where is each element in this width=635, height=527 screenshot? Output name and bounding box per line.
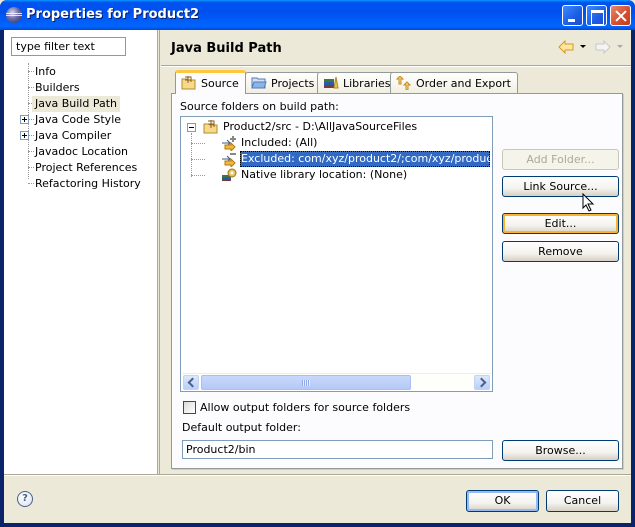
dialog-client: Info Builders Java Build Path Java Code … bbox=[4, 30, 631, 523]
expand-java-compiler-icon[interactable] bbox=[20, 131, 29, 140]
allow-output-folders-label[interactable]: Allow output folders for source folders bbox=[200, 401, 410, 414]
nav-item-refactoring-history[interactable]: Refactoring History bbox=[32, 176, 144, 192]
tree-node-label: Product2/src - D:\AllJavaSourceFiles bbox=[223, 120, 418, 133]
tree-node-source-folder[interactable]: Product2/src - D:\AllJavaSourceFiles bbox=[203, 119, 483, 135]
collapse-root-icon[interactable] bbox=[187, 123, 196, 132]
title-bar[interactable]: Properties for Product2 bbox=[0, 0, 635, 30]
filter-input[interactable] bbox=[11, 37, 126, 56]
help-icon[interactable]: ? bbox=[17, 491, 33, 507]
tab-projects-label: Projects bbox=[271, 77, 315, 90]
source-folders-tree[interactable]: Product2/src - D:\AllJavaSourceFiles Inc… bbox=[180, 116, 493, 392]
nav-item-java-code-style[interactable]: Java Code Style bbox=[32, 112, 124, 128]
source-folder-icon bbox=[203, 120, 218, 134]
allow-output-folders-checkbox[interactable] bbox=[183, 401, 196, 414]
tree-node-label: Excluded: com/xyz/product2/;com/xyz/prod… bbox=[240, 151, 490, 167]
source-tab-panel: Source folders on build path: Product2/s… bbox=[171, 93, 623, 469]
nav-item-java-compiler[interactable]: Java Compiler bbox=[32, 128, 114, 144]
tab-order-and-export-label: Order and Export bbox=[416, 77, 511, 90]
order-export-icon bbox=[396, 76, 412, 90]
page-title: Java Build Path bbox=[171, 41, 282, 56]
source-folder-icon bbox=[181, 76, 196, 90]
edit-button[interactable]: Edit... bbox=[502, 213, 619, 234]
nav-item-builders[interactable]: Builders bbox=[32, 80, 83, 96]
back-arrow-icon[interactable] bbox=[558, 40, 574, 54]
native-library-icon bbox=[222, 168, 237, 181]
libraries-icon bbox=[324, 76, 339, 89]
nav-item-project-references[interactable]: Project References bbox=[32, 160, 140, 176]
link-source-button[interactable]: Link Source... bbox=[502, 176, 619, 197]
properties-dialog: Properties for Product2 Info Builders Ja… bbox=[0, 0, 635, 527]
tree-node-label: Included: (All) bbox=[241, 136, 318, 149]
included-filter-icon bbox=[222, 136, 236, 151]
tree-node-native-library[interactable]: Native library location: (None) bbox=[221, 167, 481, 183]
tree-guide-dot bbox=[191, 159, 205, 160]
tab-libraries[interactable]: Libraries bbox=[317, 72, 398, 93]
remove-button[interactable]: Remove bbox=[502, 241, 619, 262]
cancel-button[interactable]: Cancel bbox=[546, 490, 619, 512]
nav-item-info[interactable]: Info bbox=[32, 64, 59, 80]
eclipse-icon bbox=[6, 7, 22, 23]
tree-node-included[interactable]: Included: (All) bbox=[221, 135, 481, 151]
project-folder-icon bbox=[251, 77, 267, 89]
browse-button[interactable]: Browse... bbox=[502, 440, 619, 461]
tree-node-label: Native library location: (None) bbox=[241, 168, 408, 181]
tree-guide-dot bbox=[191, 143, 205, 144]
maximize-button[interactable] bbox=[586, 5, 607, 26]
property-page: Java Build Path Source Projects Librarie… bbox=[161, 30, 631, 474]
scroll-left-button[interactable] bbox=[183, 375, 199, 390]
tab-projects[interactable]: Projects bbox=[245, 72, 322, 93]
ok-button[interactable]: OK bbox=[466, 490, 539, 512]
source-folders-label: Source folders on build path: bbox=[180, 100, 339, 113]
horizontal-scrollbar[interactable] bbox=[182, 373, 491, 390]
tab-order-and-export[interactable]: Order and Export bbox=[390, 72, 518, 93]
tab-source[interactable]: Source bbox=[175, 70, 246, 94]
expand-java-code-style-icon[interactable] bbox=[20, 115, 29, 124]
window-title: Properties for Product2 bbox=[26, 7, 200, 22]
scroll-right-button[interactable] bbox=[474, 375, 490, 390]
tab-source-label: Source bbox=[201, 77, 239, 90]
mouse-cursor-icon bbox=[582, 193, 595, 212]
pane-sash[interactable] bbox=[158, 30, 160, 474]
tree-guide-dot bbox=[191, 175, 205, 176]
nav-item-javadoc-location[interactable]: Javadoc Location bbox=[32, 144, 131, 160]
property-page-nav: Info Builders Java Build Path Java Code … bbox=[4, 30, 158, 474]
scroll-thumb[interactable] bbox=[201, 375, 411, 390]
button-bar-separator bbox=[4, 474, 631, 476]
close-button[interactable] bbox=[610, 5, 631, 26]
back-dropdown-icon[interactable] bbox=[580, 45, 586, 48]
excluded-filter-icon bbox=[222, 153, 236, 167]
forward-arrow-icon bbox=[595, 40, 611, 54]
tab-libraries-label: Libraries bbox=[343, 77, 391, 90]
add-folder-button[interactable]: Add Folder... bbox=[502, 149, 619, 170]
nav-item-java-build-path[interactable]: Java Build Path bbox=[32, 96, 121, 112]
forward-dropdown-icon bbox=[617, 45, 623, 48]
default-output-folder-input[interactable] bbox=[182, 440, 493, 459]
tree-guide-line bbox=[191, 133, 192, 177]
default-output-folder-label: Default output folder: bbox=[182, 421, 301, 434]
minimize-button[interactable] bbox=[562, 5, 583, 26]
title-separator bbox=[161, 65, 631, 67]
tree-node-excluded[interactable]: Excluded: com/xyz/product2/;com/xyz/prod… bbox=[221, 151, 491, 167]
